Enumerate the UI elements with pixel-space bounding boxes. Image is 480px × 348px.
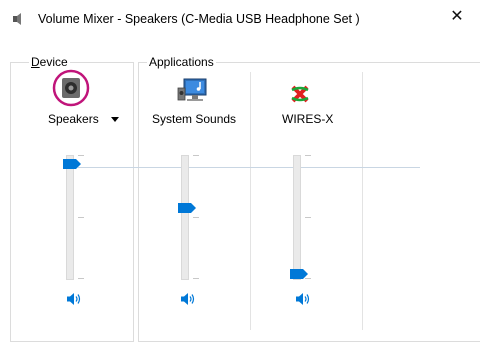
slider-track[interactable] [293,155,301,280]
speaker-icon [52,69,90,107]
slider-thumb[interactable] [63,159,81,169]
close-icon: ✕ [450,8,464,25]
slider-tick [78,217,84,218]
app-name-wires-x: WIRES-X [282,112,334,126]
speaker-volume-icon[interactable] [295,292,311,306]
speaker-volume-icon[interactable] [180,292,196,306]
system-sounds-app-icon [176,76,210,106]
device-group-label: Device [29,55,70,69]
applications-group-label: Applications [147,55,216,69]
speaker-icon [13,13,21,25]
slider-track[interactable] [181,155,189,280]
system-sounds-icon [177,78,207,101]
peak-meter-line [78,167,420,168]
slider-track[interactable] [66,155,74,280]
speaker-volume-icon[interactable] [66,292,82,306]
wires-x-icon [291,85,309,103]
device-icon-button[interactable] [51,68,91,108]
slider-thumb[interactable] [290,269,308,279]
slider-thumb[interactable] [178,203,196,213]
column-divider [250,72,251,330]
wires-x-app-icon [290,84,310,104]
slider-tick [305,217,311,218]
slider-tick [78,155,84,156]
slider-tick [78,278,84,279]
slider-tick [193,278,199,279]
slider-tick [305,155,311,156]
close-button[interactable]: ✕ [434,0,480,32]
column-divider [362,72,363,330]
device-name[interactable]: Speakers [48,112,99,126]
app-name-system-sounds: System Sounds [152,112,237,126]
chevron-down-icon[interactable] [111,117,119,122]
slider-tick [193,217,199,218]
title-bar: Volume Mixer - Speakers (C-Media USB Hea… [0,0,480,38]
window-title: Volume Mixer - Speakers (C-Media USB Hea… [38,12,360,26]
slider-tick [193,155,199,156]
